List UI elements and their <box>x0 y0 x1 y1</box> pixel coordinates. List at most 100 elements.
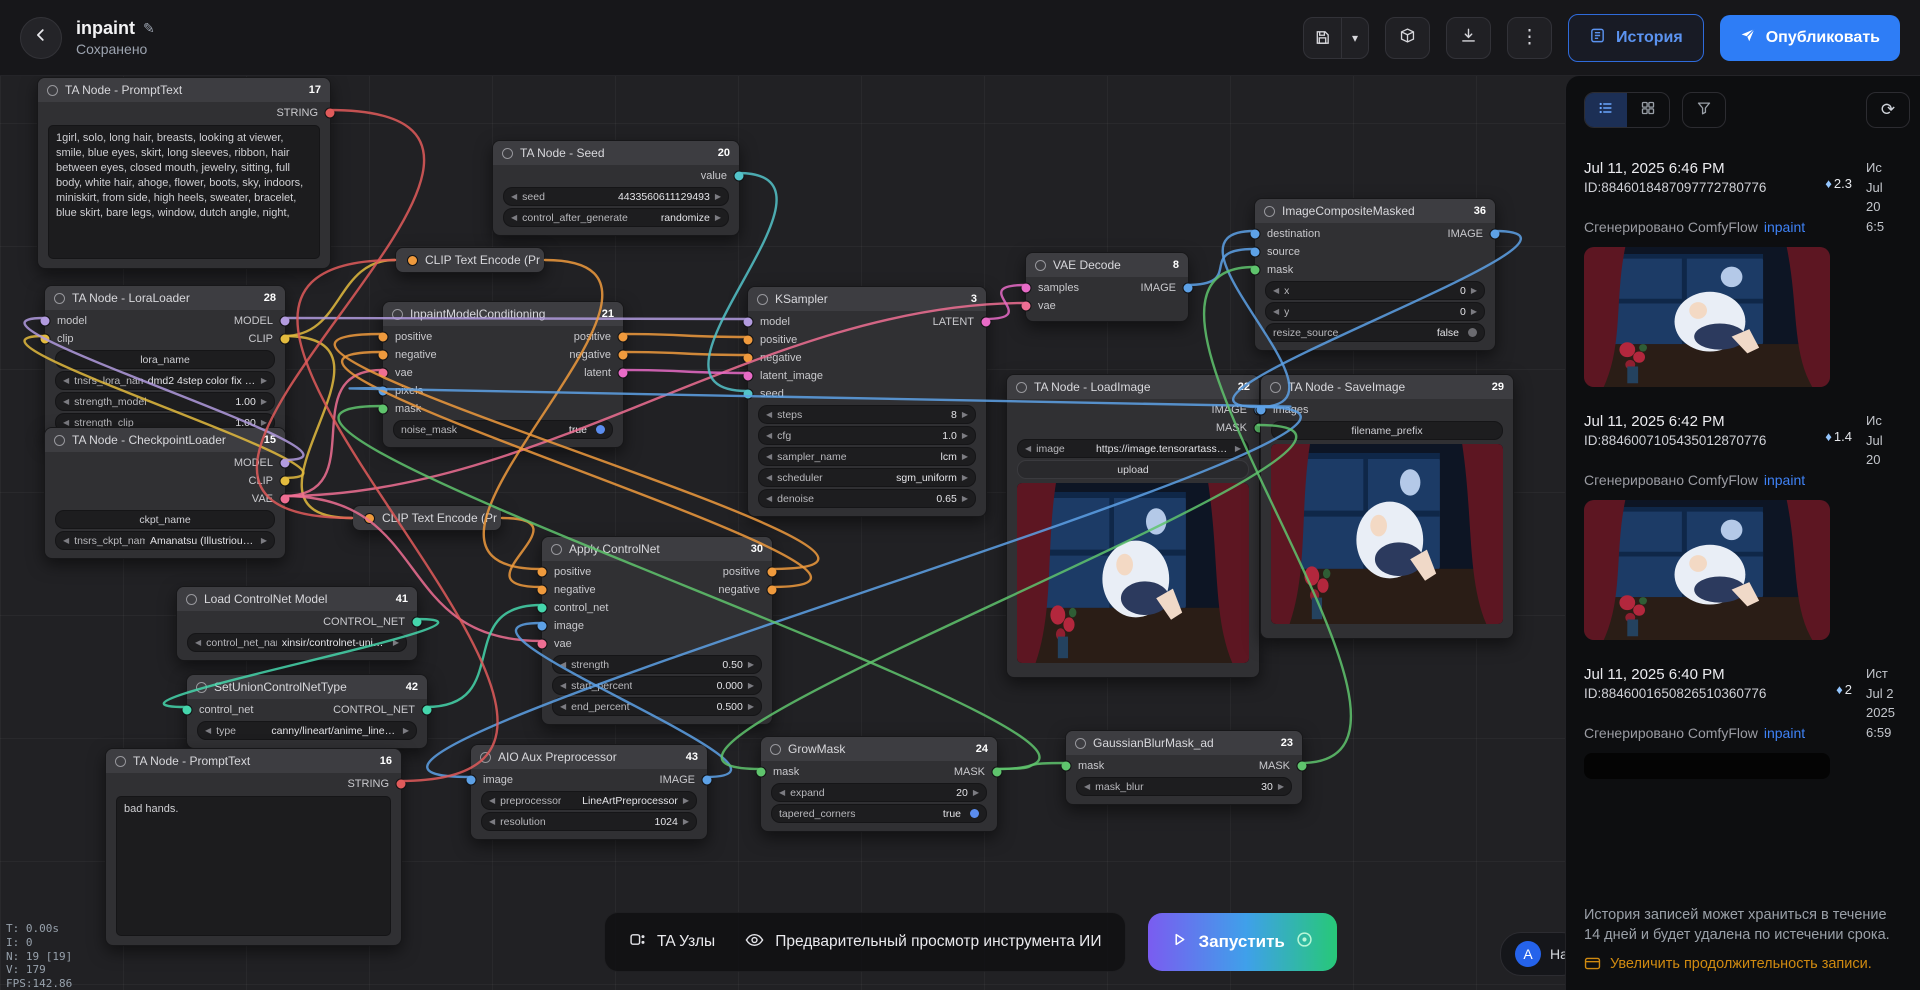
collapse-dot-icon[interactable] <box>502 147 513 159</box>
decrement-arrow-icon[interactable]: ◀ <box>766 452 772 461</box>
ta-node-saveimage-29[interactable]: TA Node - SaveImage 29 images filename_pref… <box>1255 374 1514 639</box>
increment-arrow-icon[interactable]: ▶ <box>1471 286 1477 295</box>
lora_name-widget[interactable]: lora_name <box>55 350 275 369</box>
collapse-dot-icon[interactable] <box>1035 259 1046 271</box>
type-widget[interactable]: ◀ type canny/lineart/anime_lineart/mlsd ▶ <box>197 721 417 740</box>
seed-widget[interactable]: ◀ seed 4433560611129493 ▶ <box>503 187 729 206</box>
more-options-button[interactable]: ⋮ <box>1506 16 1552 59</box>
increment-arrow-icon[interactable]: ▶ <box>962 410 968 419</box>
output-port[interactable] <box>617 331 629 343</box>
save-split-button[interactable]: ▾ <box>1302 16 1369 59</box>
noise_mask-toggle[interactable]: noise_mask true <box>393 420 613 439</box>
decrement-arrow-icon[interactable]: ◀ <box>195 638 201 647</box>
ckpt_name-widget[interactable]: ckpt_name <box>55 510 275 529</box>
collapse-dot-icon[interactable] <box>1075 737 1086 749</box>
back-button[interactable] <box>20 16 62 59</box>
mask_blur-widget[interactable]: ◀ mask_blur 30 ▶ <box>1076 777 1292 796</box>
increment-arrow-icon[interactable]: ▶ <box>393 638 399 647</box>
prompt-text-area[interactable]: bad hands. <box>116 796 391 936</box>
grid-view-button[interactable] <box>1627 93 1669 127</box>
publish-button[interactable]: Опубликовать <box>1719 14 1900 61</box>
input-port[interactable] <box>1255 404 1267 416</box>
imagecompositemasked-36[interactable]: ImageCompositeMasked 36 destination IMAGE so… <box>1249 198 1501 351</box>
increment-arrow-icon[interactable]: ▶ <box>683 817 689 826</box>
decrement-arrow-icon[interactable]: ◀ <box>63 397 69 406</box>
output-port[interactable] <box>733 170 745 182</box>
input-port[interactable] <box>377 349 389 361</box>
node-title-bar[interactable]: TA Node - Seed 20 <box>493 141 739 165</box>
output-port[interactable] <box>766 566 778 578</box>
decrement-arrow-icon[interactable]: ◀ <box>511 192 517 201</box>
tapered_corners-toggle[interactable]: tapered_corners true <box>771 804 987 823</box>
load-controlnet-model-41[interactable]: Load ControlNet Model 41 CONTROL_NET ◀ contr… <box>176 586 423 661</box>
node-title-bar[interactable]: GaussianBlurMask_ad 23 <box>1066 731 1302 755</box>
ta-node-seed-20[interactable]: TA Node - Seed 20 value ◀ seed 44335606111294… <box>492 140 745 236</box>
history-thumbnail[interactable] <box>1584 247 1830 387</box>
collapse-dot-icon[interactable] <box>1016 381 1027 393</box>
steps-widget[interactable]: ◀ steps 8 ▶ <box>758 405 976 424</box>
decrement-arrow-icon[interactable]: ◀ <box>766 410 772 419</box>
y-widget[interactable]: ◀ y 0 ▶ <box>1265 302 1485 321</box>
collapsed-output-port[interactable] <box>407 254 418 266</box>
collapse-dot-icon[interactable] <box>757 293 768 305</box>
decrement-arrow-icon[interactable]: ◀ <box>1273 307 1279 316</box>
toggle-knob-icon[interactable] <box>1468 328 1477 337</box>
input-port[interactable] <box>742 316 754 328</box>
decrement-arrow-icon[interactable]: ◀ <box>63 376 69 385</box>
strength_model-widget[interactable]: ◀ strength_model 1.00 ▶ <box>55 392 275 411</box>
increment-arrow-icon[interactable]: ▶ <box>962 494 968 503</box>
collapse-dot-icon[interactable] <box>115 755 126 767</box>
input-port[interactable] <box>377 331 389 343</box>
workflow-link[interactable]: inpaint <box>1764 725 1805 741</box>
cfg-widget[interactable]: ◀ cfg 1.0 ▶ <box>758 426 976 445</box>
output-port[interactable] <box>617 367 629 379</box>
input-port[interactable] <box>536 638 548 650</box>
decrement-arrow-icon[interactable]: ◀ <box>1025 444 1031 453</box>
node-title-bar[interactable]: TA Node - PromptText 16 <box>106 749 401 773</box>
output-port[interactable] <box>991 766 1003 778</box>
output-port[interactable] <box>279 457 291 469</box>
decrement-arrow-icon[interactable]: ◀ <box>560 702 566 711</box>
output-port[interactable] <box>279 333 291 345</box>
list-view-button[interactable] <box>1585 93 1627 127</box>
collapse-dot-icon[interactable] <box>54 434 65 446</box>
input-port[interactable] <box>377 385 389 397</box>
refresh-history-button[interactable]: ⟳ <box>1866 92 1910 128</box>
start_percent-widget[interactable]: ◀ start_percent 0.000 ▶ <box>552 676 762 695</box>
history-thumbnail-collapsed[interactable] <box>1584 753 1830 779</box>
inpaintmodelconditioning-21[interactable]: InpaintModelConditioning 21 positive positi… <box>377 301 629 448</box>
increment-arrow-icon[interactable]: ▶ <box>962 452 968 461</box>
decrement-arrow-icon[interactable]: ◀ <box>1084 782 1090 791</box>
output-port[interactable] <box>279 475 291 487</box>
input-port[interactable] <box>742 352 754 364</box>
input-port[interactable] <box>39 315 51 327</box>
decrement-arrow-icon[interactable]: ◀ <box>766 473 772 482</box>
output-port[interactable] <box>395 778 407 790</box>
x-widget[interactable]: ◀ x 0 ▶ <box>1265 281 1485 300</box>
control_net_name-widget[interactable]: ◀ control_net_name xinsir/controlnet-union… <box>187 633 407 652</box>
node-title-bar[interactable]: SetUnionControlNetType 42 <box>187 675 427 699</box>
growmask-24[interactable]: GrowMask 24 mask MASK ◀ expand 20 ▶ tapered_corn… <box>755 736 1003 832</box>
output-port[interactable] <box>411 616 423 628</box>
input-port[interactable] <box>1060 760 1072 772</box>
collapse-dot-icon[interactable] <box>1264 205 1275 217</box>
input-port[interactable] <box>536 620 548 632</box>
clip-text-encode-a[interactable]: CLIP Text Encode (Pr <box>395 247 545 273</box>
ta-node-loraloader-28[interactable]: TA Node - LoraLoader 28 model MODEL clip CLIP… <box>39 285 291 441</box>
input-port[interactable] <box>1249 228 1261 240</box>
collapse-dot-icon[interactable] <box>196 681 207 693</box>
filename_prefix-widget[interactable]: filename_prefix <box>1271 421 1503 440</box>
node-title-bar[interactable]: TA Node - CheckpointLoader 15 <box>45 428 285 452</box>
node-title-bar[interactable]: Load ControlNet Model 41 <box>177 587 417 611</box>
prompt-text-area[interactable]: 1girl, solo, long hair, breasts, looking… <box>48 125 320 259</box>
input-port[interactable] <box>742 388 754 400</box>
decrement-arrow-icon[interactable]: ◀ <box>63 536 69 545</box>
output-port[interactable] <box>1489 228 1501 240</box>
sampler_name-widget[interactable]: ◀ sampler_name lcm ▶ <box>758 447 976 466</box>
decrement-arrow-icon[interactable]: ◀ <box>766 494 772 503</box>
collapse-dot-icon[interactable] <box>392 308 403 320</box>
input-port[interactable] <box>742 370 754 382</box>
output-port[interactable] <box>279 493 291 505</box>
setunioncontrolnettype-42[interactable]: SetUnionControlNetType 42 control_net CONTR… <box>181 674 433 749</box>
increment-arrow-icon[interactable]: ▶ <box>973 788 979 797</box>
